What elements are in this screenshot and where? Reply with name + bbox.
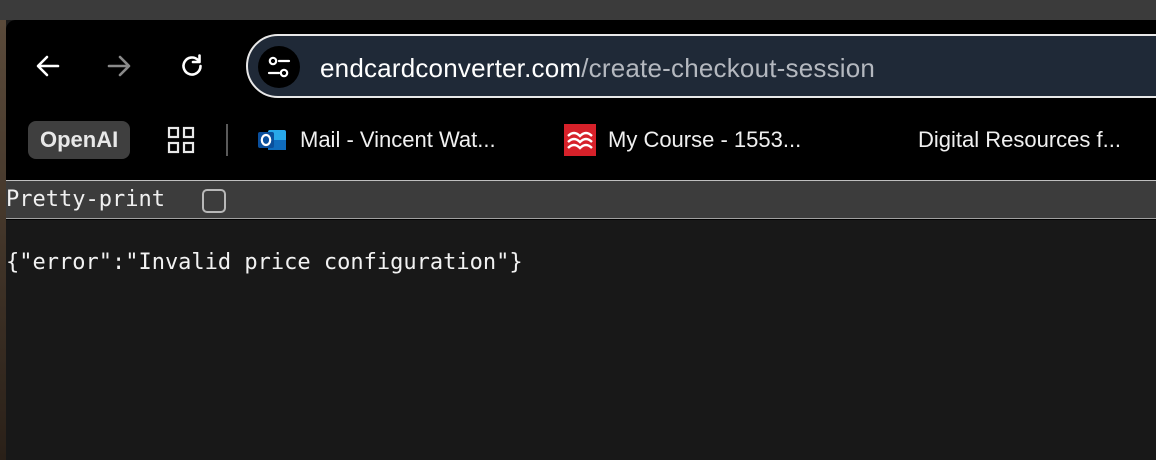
pretty-print-label: Pretty-print: [6, 187, 165, 212]
arrow-left-icon: [36, 55, 60, 77]
url-path: /create-checkout-session: [581, 53, 876, 83]
reload-button[interactable]: [174, 48, 210, 84]
bookmark-separator: [226, 124, 228, 156]
site-info-button[interactable]: [258, 46, 300, 88]
json-viewer: {"error":"Invalid price configuration"}: [6, 220, 1156, 460]
apps-grid-icon[interactable]: [166, 125, 196, 155]
url-text: endcardconverter.com/create-checkout-ses…: [320, 54, 875, 82]
bookmark-digital-label: Digital Resources f...: [918, 127, 1121, 152]
bookmarks-bar: OpenAI Mail - Vincent Wat... My Course -…: [6, 115, 1156, 181]
mcgraw-hill-icon: [564, 124, 596, 156]
pretty-print-checkbox[interactable]: [202, 189, 226, 213]
bookmark-digital-resources[interactable]: Digital Resources f...: [918, 121, 1121, 159]
desktop-background: [0, 0, 1156, 20]
browser-window: endcardconverter.com/create-checkout-ses…: [6, 20, 1156, 460]
bookmark-my-course[interactable]: My Course - 1553...: [564, 121, 801, 159]
bookmark-mail-label: Mail - Vincent Wat...: [300, 127, 496, 152]
bookmark-course-label: My Course - 1553...: [608, 127, 802, 152]
address-bar[interactable]: endcardconverter.com/create-checkout-ses…: [246, 34, 1156, 98]
tune-icon: [267, 56, 291, 78]
bookmark-mail[interactable]: Mail - Vincent Wat...: [256, 121, 496, 159]
outlook-icon: [258, 130, 286, 150]
pretty-print-bar: Pretty-print: [6, 181, 1156, 219]
json-response-body: {"error":"Invalid price configuration"}: [6, 250, 523, 275]
bookmark-openai[interactable]: OpenAI: [28, 121, 131, 159]
reload-icon: [182, 54, 202, 76]
browser-toolbar: endcardconverter.com/create-checkout-ses…: [6, 20, 1156, 115]
url-host: endcardconverter.com: [320, 53, 582, 83]
forward-button[interactable]: [101, 48, 137, 84]
arrow-right-icon: [107, 55, 131, 77]
back-button[interactable]: [30, 48, 66, 84]
